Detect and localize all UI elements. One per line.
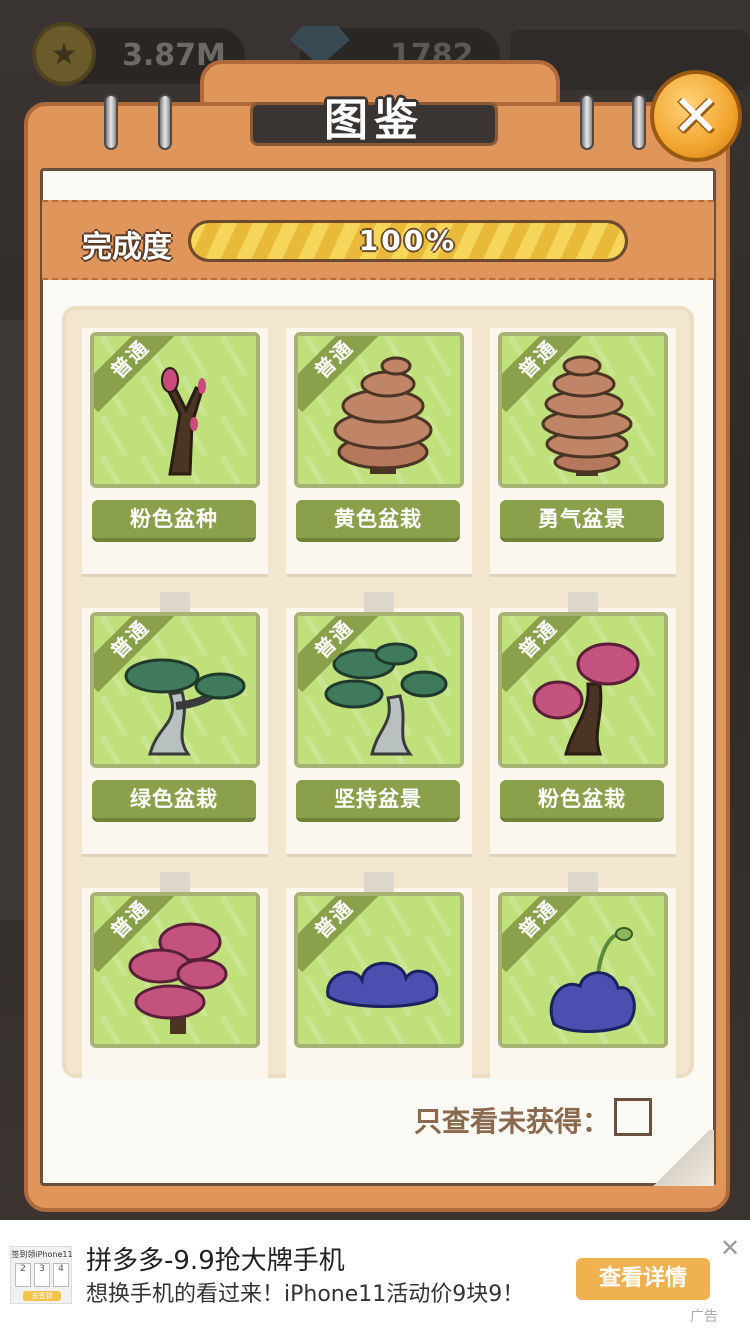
ad-thumbnail-cells: 2 3 4 — [15, 1263, 69, 1287]
card-image: 普通 — [294, 612, 464, 768]
ad-thumbnail-title: 签到领iPhone11 — [11, 1250, 73, 1259]
ad-thumbnail-cell: 4 — [53, 1263, 69, 1287]
card-clip — [568, 872, 598, 894]
card-name: 坚持盆景 — [296, 780, 460, 822]
card-clip — [160, 872, 190, 894]
progress-value: 100% — [358, 224, 458, 257]
collection-card[interactable]: 普通 黄色盆栽 — [286, 328, 472, 574]
filter-unowned-label: 只查看未获得： — [414, 1105, 611, 1138]
collection-card[interactable]: 普通 绿色盆栽 — [82, 592, 268, 854]
binder-ring-icon — [580, 94, 594, 150]
collection-card[interactable]: 普通 坚持盆景 — [286, 592, 472, 854]
ad-description[interactable]: 想换手机的看过来！iPhone11活动价9块9！ — [86, 1276, 524, 1308]
card-clip — [364, 592, 394, 614]
binder-ring-icon — [104, 94, 118, 150]
ad-thumbnail-cell: 3 — [34, 1263, 50, 1287]
ad-tag: 广告 — [690, 1309, 718, 1325]
binder-ring-icon — [632, 94, 646, 150]
card-name: 粉色盆栽 — [500, 780, 664, 822]
card-name: 绿色盆栽 — [92, 780, 256, 822]
collection-card[interactable]: 普通 — [82, 872, 268, 1078]
card-clip — [160, 592, 190, 614]
collection-card[interactable]: 普通 粉色盆栽 — [490, 592, 676, 854]
card-name: 粉色盆种 — [92, 500, 256, 542]
close-icon: ✕ — [671, 82, 721, 150]
collection-grid: 普通 粉色盆种 普通 黄色盆栽 普通 勇气盆景 普通 绿色盆栽 普通 坚持盆景 … — [62, 306, 694, 1078]
card-image: 普通 — [498, 612, 668, 768]
coin-icon: ★ — [32, 22, 96, 86]
card-image: 普通 — [90, 332, 260, 488]
collection-card[interactable]: 普通 粉色盆种 — [82, 328, 268, 574]
ad-thumbnail-cell: 2 — [15, 1263, 31, 1287]
close-button[interactable]: ✕ — [650, 70, 742, 162]
ad-thumbnail-button: 去签到 — [23, 1291, 61, 1301]
ad-details-button[interactable]: 查看详情 — [576, 1258, 710, 1300]
card-name: 勇气盆景 — [500, 500, 664, 542]
collection-card[interactable]: 普通 勇气盆景 — [490, 328, 676, 574]
collection-card[interactable]: 普通 — [286, 872, 472, 1078]
card-image: 普通 — [498, 332, 668, 488]
ad-close-icon[interactable]: ✕ — [720, 1234, 740, 1262]
progress-label: 完成度 — [82, 230, 172, 265]
card-image: 普通 — [294, 332, 464, 488]
card-clip — [364, 872, 394, 894]
card-clip — [568, 592, 598, 614]
card-name: 黄色盆栽 — [296, 500, 460, 542]
ad-thumbnail[interactable]: 签到领iPhone11 2 3 4 去签到 — [10, 1246, 73, 1304]
card-image: 普通 — [90, 612, 260, 768]
collection-card[interactable]: 普通 — [490, 872, 676, 1078]
filter-unowned-checkbox[interactable] — [614, 1098, 652, 1136]
panel-title: 图鉴 — [324, 95, 424, 146]
card-image: 普通 — [90, 892, 260, 1048]
card-image: 普通 — [498, 892, 668, 1048]
paper-page-curl — [648, 1130, 714, 1186]
binder-ring-icon — [158, 94, 172, 150]
ad-title[interactable]: 拼多多-9.9抢大牌手机 — [86, 1240, 345, 1277]
card-image: 普通 — [294, 892, 464, 1048]
